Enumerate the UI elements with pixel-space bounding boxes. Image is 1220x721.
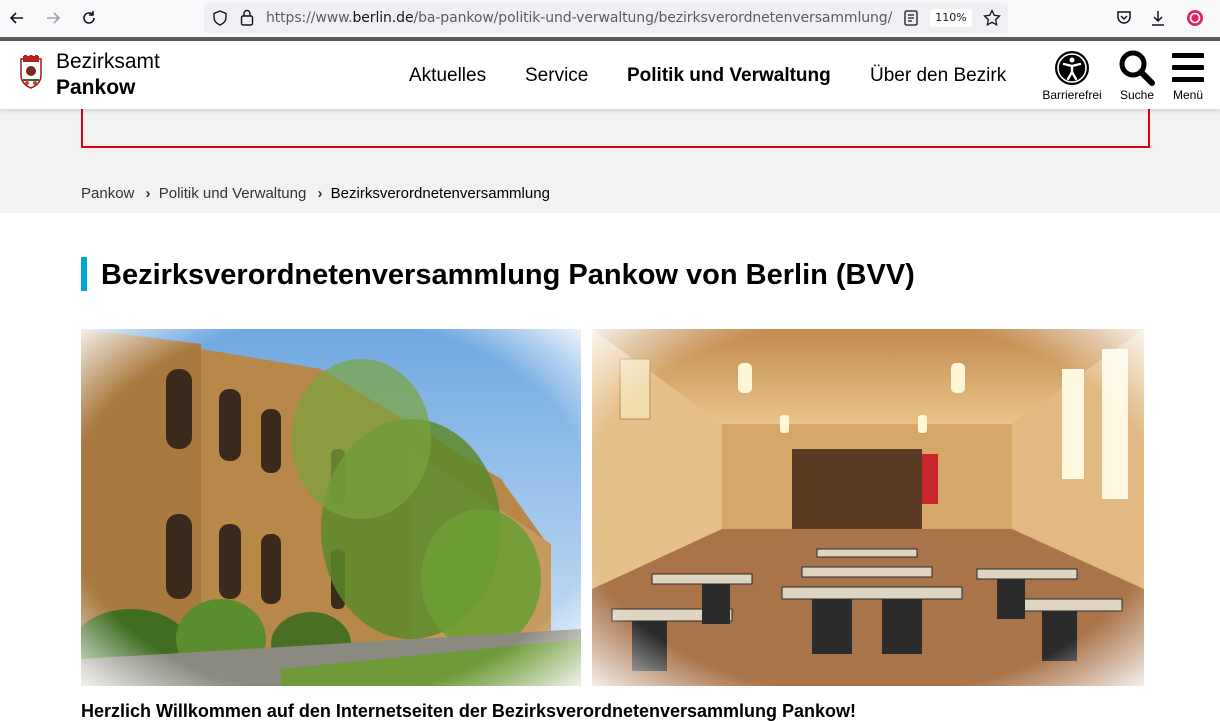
assembly-hall-photo [592, 329, 1144, 686]
page-title: Bezirksverordnetenversammlung Pankow von… [101, 259, 915, 291]
shield-icon[interactable] [212, 10, 228, 31]
reload-icon[interactable] [78, 7, 100, 29]
building-photo [81, 329, 581, 686]
search-label: Suche [1119, 88, 1155, 102]
search-icon [1117, 49, 1157, 87]
forward-icon[interactable] [42, 7, 64, 29]
url-text[interactable]: https://www.berlin.de/ba-pankow/politik-… [266, 10, 892, 26]
menu-label: Menü [1172, 88, 1204, 102]
zoom-level-badge[interactable]: 110% [930, 9, 972, 27]
breadcrumb: Pankow › Politik und Verwaltung › Bezirk… [81, 185, 550, 202]
nav-politik-und-verwaltung[interactable]: Politik und Verwaltung [627, 65, 831, 87]
breadcrumb-item-politik[interactable]: Politik und Verwaltung [159, 185, 307, 202]
search-button[interactable]: Suche [1117, 49, 1157, 102]
nav-service[interactable]: Service [525, 65, 588, 87]
chevron-right-icon: › [317, 185, 323, 202]
pocket-icon[interactable] [1113, 7, 1135, 29]
site-header: Bezirksamt Pankow Aktuelles Service Poli… [0, 41, 1220, 109]
extension-icon[interactable] [1184, 7, 1206, 29]
menu-button[interactable]: Menü [1168, 49, 1208, 102]
download-icon[interactable] [1147, 7, 1169, 29]
hamburger-menu-icon [1168, 49, 1208, 87]
breadcrumb-item-pankow[interactable]: Pankow [81, 185, 134, 202]
brand-line2: Pankow [56, 76, 136, 99]
notice-box [81, 106, 1150, 148]
bookmark-star-icon[interactable] [983, 8, 1001, 32]
nav-ueber-den-bezirk[interactable]: Über den Bezirk [870, 65, 1006, 87]
nav-aktuelles[interactable]: Aktuelles [409, 65, 486, 87]
accessibility-icon [1040, 49, 1104, 87]
chevron-right-icon: › [145, 185, 151, 202]
title-accent-bar [81, 257, 87, 291]
site-brand[interactable]: Bezirksamt Pankow [56, 49, 160, 101]
accessibility-button[interactable]: Barrierefrei [1040, 49, 1104, 102]
lock-icon[interactable] [240, 9, 254, 31]
brand-line1: Bezirksamt [56, 50, 160, 73]
back-icon[interactable] [6, 7, 28, 29]
breadcrumb-item-current: Bezirksverordnetenversammlung [330, 185, 550, 202]
browser-toolbar: https://www.berlin.de/ba-pankow/politik-… [0, 0, 1220, 37]
pankow-crest-logo[interactable] [19, 55, 43, 91]
reader-view-icon[interactable] [904, 10, 918, 31]
address-bar[interactable]: https://www.berlin.de/ba-pankow/politik-… [204, 3, 1008, 33]
welcome-heading: Herzlich Willkommen auf den Internetseit… [81, 701, 857, 721]
accessibility-label: Barrierefrei [1042, 88, 1102, 102]
